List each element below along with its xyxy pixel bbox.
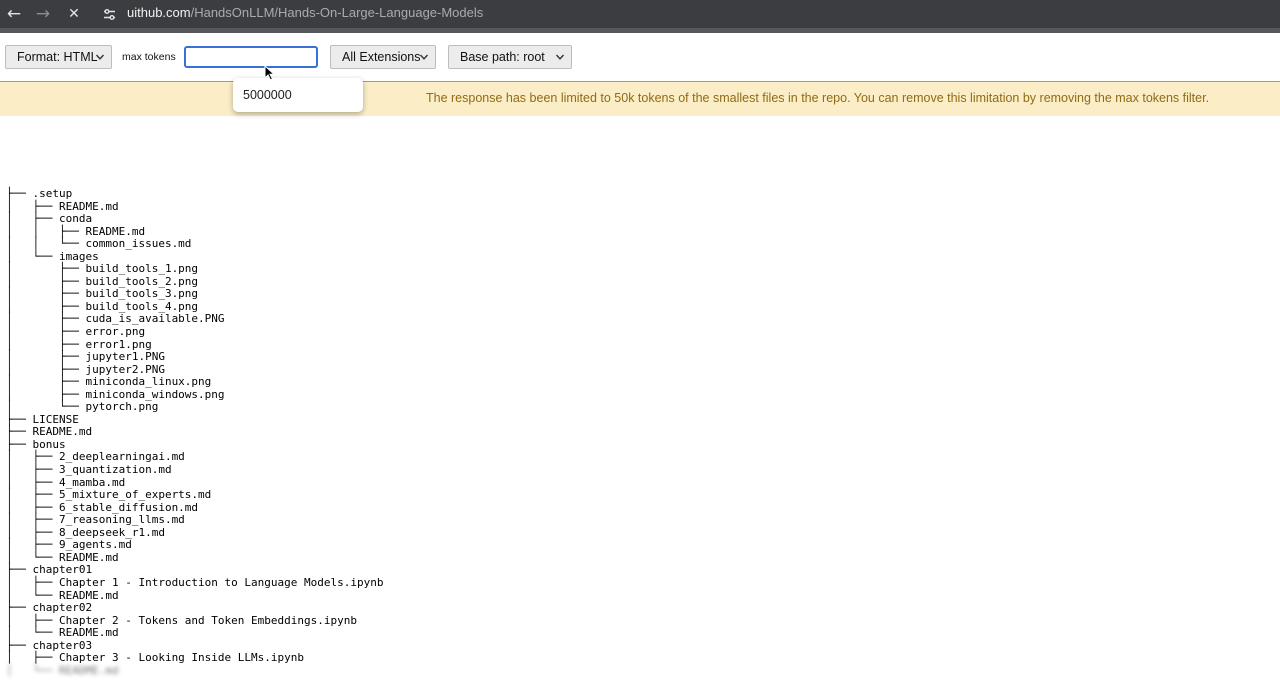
extensions-select-value: All Extensions [342, 50, 421, 64]
tree-item: │ └── pytorch.png [6, 400, 159, 414]
address-bar[interactable]: uithub.com/HandsOnLLM/Hands-On-Large-Lan… [127, 5, 483, 20]
tree-item: ├── .setup [6, 187, 73, 200]
tree-item: │ ├── Chapter 3 - Looking Inside LLMs.ip… [6, 651, 305, 665]
tree-item: │ ├── 7_reasoning_llms.md [6, 513, 185, 527]
tree-item: │ ├── 5_mixture_of_experts.md [6, 488, 212, 502]
tree-item: │ ├── error.png [6, 325, 146, 339]
url-host: uithub.com [127, 5, 191, 20]
base-path-select[interactable]: Base path: root [448, 45, 572, 69]
mouse-cursor-icon [264, 65, 276, 81]
stop-loading-icon[interactable]: ✕ [62, 2, 86, 26]
format-select[interactable]: Format: HTML [5, 45, 112, 69]
base-path-select-value: Base path: root [460, 50, 545, 64]
max-tokens-input[interactable] [184, 46, 318, 68]
tree-item: ├── chapter02 [6, 601, 93, 615]
back-arrow-icon[interactable]: ← [2, 2, 26, 26]
tree-item: │ │ └── common_issues.md [6, 237, 192, 251]
tree-item: │ ├── jupyter1.PNG [6, 350, 165, 364]
tree-item: │ ├── 3_quantization.md [6, 463, 172, 477]
forward-arrow-icon[interactable]: → [31, 2, 55, 26]
extensions-select[interactable]: All Extensions [330, 45, 436, 69]
tree-item: │ └── README.md [6, 663, 119, 677]
chevron-down-icon [95, 54, 105, 60]
limit-warning-banner: The response has been limited to 50k tok… [0, 82, 1280, 116]
url-path: /HandsOnLLM/Hands-On-Large-Language-Mode… [190, 5, 484, 20]
banner-text: The response has been limited to 50k tok… [426, 91, 1210, 105]
autocomplete-option[interactable]: 5000000 [243, 88, 292, 102]
tree-item: │ ├── miniconda_linux.png [6, 375, 212, 389]
chevron-down-icon [419, 54, 429, 60]
site-settings-icon[interactable] [98, 3, 120, 25]
chevron-down-icon [555, 54, 565, 60]
browser-toolbar: ← → ✕ uithub.com/HandsOnLLM/Hands-On-Lar… [0, 0, 1280, 28]
file-tree: ├── .setup │ ├── README.md │ ├── conda │ │ … [6, 187, 384, 677]
tree-item: │ ├── 9_agents.md [6, 538, 132, 552]
tree-item: │ ├── conda [6, 212, 93, 226]
format-select-value: Format: HTML [17, 50, 98, 64]
tree-item: │ ├── build_tools_1.png [6, 262, 199, 276]
autocomplete-dropdown: 5000000 [233, 78, 363, 112]
max-tokens-label: max tokens [122, 51, 176, 63]
chrome-divider [0, 28, 1280, 33]
tree-item: │ └── README.md [6, 626, 119, 640]
tree-item: │ ├── Chapter 1 - Introduction to Langua… [6, 575, 384, 589]
